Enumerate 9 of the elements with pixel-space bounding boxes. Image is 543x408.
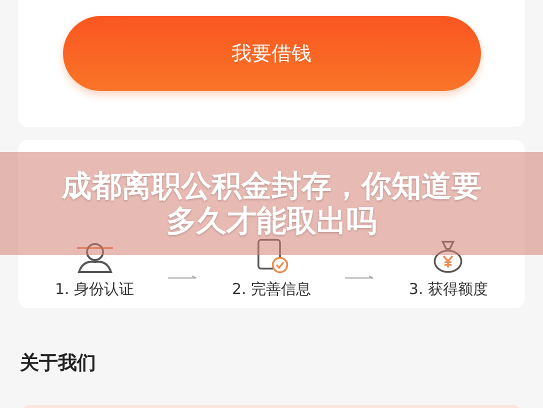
section-title: 关于我们 [18, 351, 97, 376]
article-title: 成都离职公积金封存，你知道要多久才能取出吗 [60, 168, 482, 238]
arrow-icon [344, 275, 375, 281]
money-bag-icon [432, 238, 464, 274]
arrow-icon [168, 275, 198, 281]
borrow-button[interactable]: 我要借钱 [62, 16, 480, 91]
step-label: 1. 身份认证 [54, 280, 134, 299]
step-label: 2. 完善信息 [232, 280, 312, 299]
step-label: 3. 获得额度 [408, 280, 488, 299]
